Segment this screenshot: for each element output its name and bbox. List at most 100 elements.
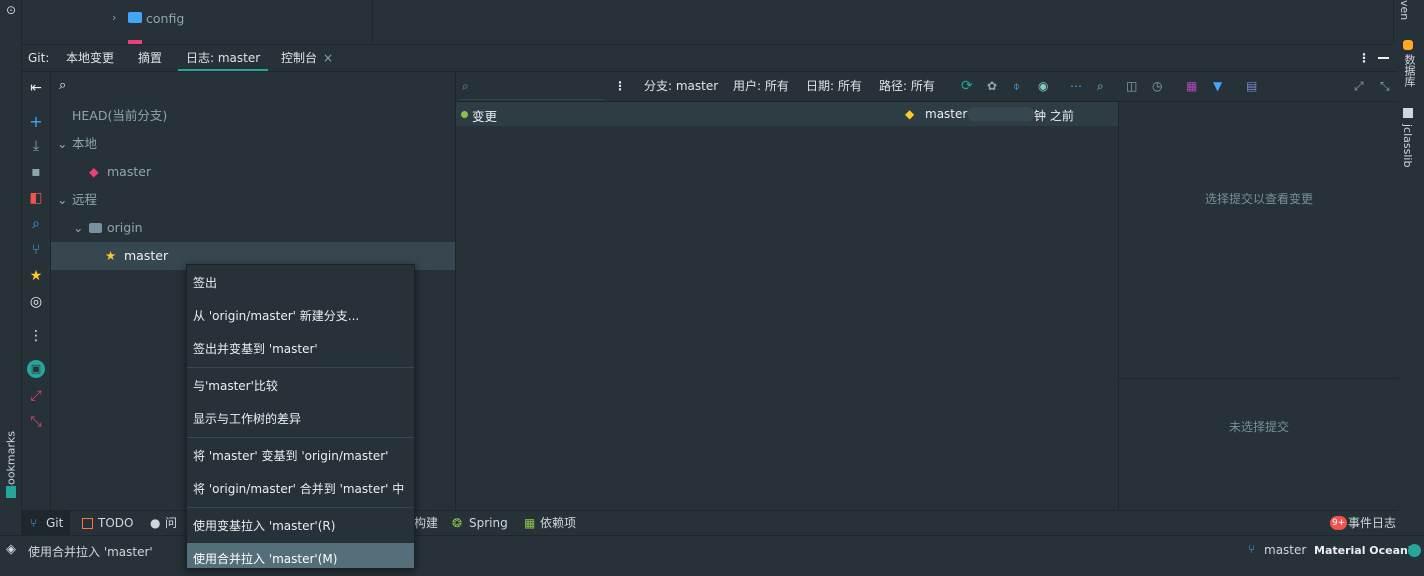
chevron-down-icon[interactable]: ⌄: [57, 186, 67, 214]
branch-label: master: [124, 248, 169, 263]
bottom-tab-git[interactable]: ⑂ Git: [22, 511, 70, 535]
star-icon[interactable]: ★: [22, 268, 50, 284]
bottom-tab-problems[interactable]: ● 问题: [150, 511, 186, 554]
close-icon[interactable]: ×: [323, 45, 333, 71]
table-row[interactable]: 变更 ◆ master 钟 之前: [456, 102, 1118, 126]
compare-icon[interactable]: ◧: [22, 190, 50, 206]
more-vertical-icon[interactable]: ⋮: [22, 328, 50, 344]
menu-item-compare[interactable]: 与'master'比较: [187, 370, 414, 403]
chevron-right-icon[interactable]: ›: [112, 12, 116, 23]
chevron-down-icon[interactable]: ⌄: [73, 214, 83, 242]
search-icon[interactable]: ⌕: [22, 216, 50, 232]
local-branch-master[interactable]: ◆ master: [51, 158, 455, 186]
bottom-tab-spring[interactable]: ❂ Spring: [452, 511, 512, 535]
collapse-icon[interactable]: ⤡: [1380, 72, 1390, 101]
menu-separator: [187, 437, 414, 438]
branch-head[interactable]: HEAD(当前分支): [51, 102, 455, 130]
history-icon[interactable]: ◷: [1152, 72, 1162, 101]
remote-group[interactable]: ⌄ 远程: [51, 186, 455, 214]
tab-console[interactable]: 控制台: [281, 45, 317, 71]
right-top-label[interactable]: ven: [1398, 0, 1411, 20]
row-label: 变更: [472, 109, 498, 124]
todo-icon: [82, 518, 93, 529]
commit-log-table: 变更 ◆ master 钟 之前: [456, 102, 1118, 510]
bottom-tab-label: 构建: [414, 516, 439, 530]
log-search-input[interactable]: [460, 75, 604, 100]
shrink-icon[interactable]: ⤡: [22, 414, 50, 430]
branch-icon[interactable]: ⑂: [22, 242, 50, 258]
bottom-tab-dependencies[interactable]: ▦ 依赖项: [522, 511, 582, 535]
local-group-label: 本地: [72, 136, 98, 151]
layout-icon[interactable]: ▦: [1186, 72, 1197, 101]
menu-item-merge[interactable]: 将 'origin/master' 合并到 'master' 中: [187, 473, 414, 506]
menu-item-checkout-rebase[interactable]: 签出并变基到 'master': [187, 333, 414, 366]
tag-icon: ◆: [905, 107, 915, 121]
filter-icon[interactable]: ▼: [1213, 72, 1222, 101]
folder-icon: [128, 12, 142, 23]
refresh-icon[interactable]: ⟳: [961, 72, 973, 101]
uncommitted-dot-icon: [461, 111, 468, 118]
target-icon[interactable]: ◎: [22, 294, 50, 310]
menu-item-rebase[interactable]: 将 'master' 变基到 'origin/master': [187, 440, 414, 473]
status-branch[interactable]: master: [1264, 543, 1306, 557]
search-icon[interactable]: ⌕: [1097, 72, 1104, 101]
commit-details-panel: 选择提交以查看变更 未选择提交: [1118, 102, 1399, 510]
bottom-tab-build[interactable]: 构建: [414, 511, 438, 535]
expand-icon[interactable]: ⤢: [1354, 72, 1364, 101]
collapse-panel-icon[interactable]: ⇤: [22, 80, 50, 96]
project-folder-label[interactable]: config: [146, 11, 184, 26]
eye-icon[interactable]: ◉: [1038, 72, 1048, 101]
expand-icon[interactable]: ⤢: [22, 388, 50, 404]
path-filter[interactable]: 路径: 所有: [879, 72, 935, 101]
bottom-tab-event-log[interactable]: 9+ 事件日志: [1330, 511, 1396, 535]
menu-separator: [187, 367, 414, 368]
log-filter-bar: ⌕ ⋮ 分支: master 用户: 所有 日期: 所有 路径: 所有 ⟳ ✿ …: [456, 72, 1398, 102]
minimize-icon[interactable]: [1378, 57, 1389, 59]
menu-item-pull-rebase[interactable]: 使用变基拉入 'master'(R): [187, 510, 414, 543]
origin-label: origin: [107, 220, 143, 235]
chevron-down-icon[interactable]: ⌄: [57, 130, 67, 158]
more-options-icon[interactable]: ⋮: [1358, 45, 1370, 71]
remote-origin[interactable]: ⌄ origin: [51, 214, 455, 242]
search-icon[interactable]: ⌕: [59, 79, 66, 92]
group-icon[interactable]: ▣: [22, 360, 50, 378]
menu-item-show-diff[interactable]: 显示与工作树的差异: [187, 403, 414, 436]
bottom-tab-todo[interactable]: TODO: [82, 511, 142, 535]
git-prefix-label: Git:: [28, 51, 50, 65]
folder-icon: [89, 223, 102, 233]
bottom-tab-label: TODO: [98, 516, 134, 530]
more-options-icon[interactable]: ⋮: [614, 72, 626, 101]
menu-item-new-branch[interactable]: 从 'origin/master' 新建分支...: [187, 300, 414, 333]
folder-icon: [128, 40, 142, 44]
layers-icon[interactable]: ◈: [6, 542, 16, 557]
menu-separator: [187, 507, 414, 508]
delete-icon[interactable]: ▪: [22, 164, 50, 180]
tab-local-changes[interactable]: 本地变更: [66, 45, 114, 71]
columns-icon[interactable]: ▤: [1246, 72, 1257, 101]
cherry-pick-icon[interactable]: ✿: [987, 72, 997, 101]
branch-tag-label: master: [925, 107, 968, 121]
update-icon[interactable]: ⤓: [22, 138, 50, 154]
date-filter[interactable]: 日期: 所有: [806, 72, 862, 101]
jclasslib-icon: [1403, 108, 1413, 118]
theme-indicator[interactable]: Material Oceanic: [1314, 544, 1418, 557]
redacted-area: [968, 107, 1034, 121]
branch-filter[interactable]: 分支: master: [644, 72, 718, 101]
ellipsis-icon[interactable]: ⋯: [1070, 72, 1082, 101]
branch-icon: ⑂: [1248, 542, 1256, 556]
tab-shelf[interactable]: 摘置: [138, 45, 162, 71]
spring-icon: ❂: [452, 516, 463, 530]
github-icon[interactable]: ⊙: [4, 4, 18, 16]
commit-icon[interactable]: ⌽: [1013, 72, 1020, 101]
menu-item-checkout[interactable]: 签出: [187, 267, 414, 300]
diff-icon[interactable]: ◫: [1126, 72, 1137, 101]
add-icon[interactable]: +: [22, 112, 50, 131]
database-tab[interactable]: 数据库: [1401, 54, 1417, 87]
bottom-tab-label: 事件日志: [1348, 516, 1397, 530]
user-filter[interactable]: 用户: 所有: [733, 72, 789, 101]
left-edge-toolbar: ⊙ Bookmarks: [0, 0, 22, 567]
tab-log-master[interactable]: 日志: master: [178, 45, 269, 71]
local-group[interactable]: ⌄ 本地: [51, 130, 455, 158]
jclasslib-tab[interactable]: jclasslib: [1401, 124, 1414, 167]
menu-item-pull-merge[interactable]: 使用合并拉入 'master'(M): [187, 543, 414, 568]
